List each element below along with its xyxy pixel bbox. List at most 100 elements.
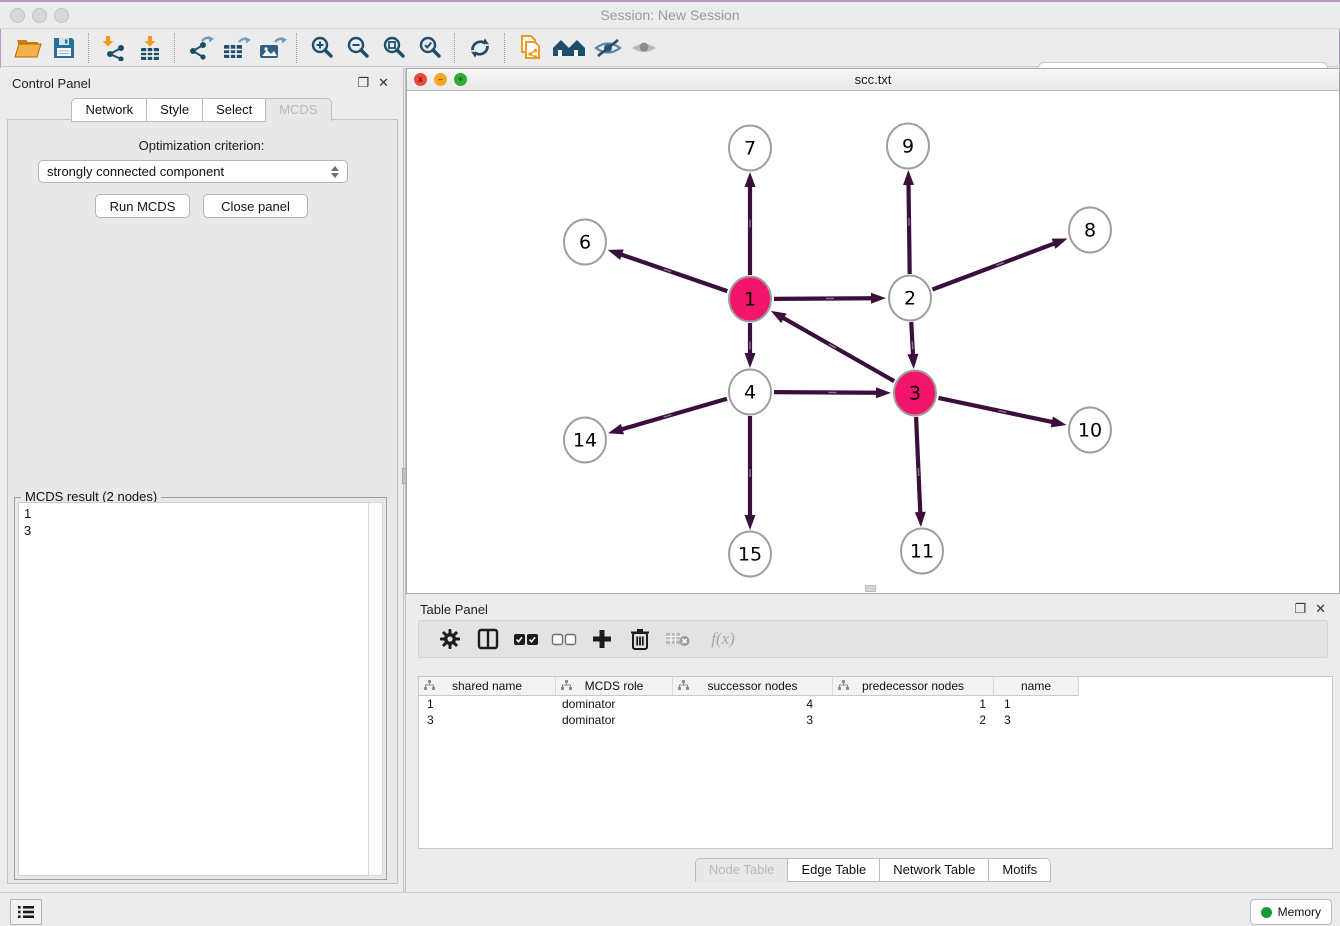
home-icon[interactable] bbox=[548, 32, 590, 64]
gear-icon[interactable] bbox=[433, 624, 467, 654]
table-cell: 1 bbox=[994, 696, 1079, 712]
table-cell: 3 bbox=[673, 712, 833, 728]
graph-node-9[interactable]: 9 bbox=[887, 124, 929, 169]
close-panel-icon[interactable]: ✕ bbox=[378, 75, 389, 91]
save-session-icon[interactable] bbox=[46, 32, 82, 64]
function-builder-icon[interactable]: f(x) bbox=[699, 624, 747, 654]
edge-4-15[interactable] bbox=[745, 416, 756, 530]
edge-4-3[interactable] bbox=[774, 387, 891, 398]
table-header-row: shared nameMCDS rolesuccessor nodesprede… bbox=[419, 677, 1332, 696]
table-cell: 1 bbox=[833, 696, 994, 712]
edge-1-7[interactable] bbox=[745, 172, 756, 275]
edge-1-2[interactable] bbox=[774, 293, 886, 304]
edge-3-10[interactable] bbox=[938, 398, 1066, 427]
edge-2-9[interactable] bbox=[903, 170, 914, 274]
network-window-titlebar[interactable]: x – + scc.txt bbox=[407, 69, 1339, 91]
export-image-icon[interactable] bbox=[254, 32, 290, 64]
import-network-icon[interactable] bbox=[96, 32, 132, 64]
tab-mcds[interactable]: MCDS bbox=[266, 98, 331, 122]
run-mcds-button[interactable]: Run MCDS bbox=[95, 194, 190, 218]
node-table: shared nameMCDS rolesuccessor nodesprede… bbox=[418, 676, 1333, 849]
graph-node-1[interactable]: 1 bbox=[729, 277, 771, 322]
float-panel-icon[interactable]: ❐ bbox=[357, 75, 369, 91]
main-toolbar bbox=[0, 29, 1340, 67]
table-cell: 4 bbox=[673, 696, 833, 712]
table-row[interactable]: 1dominator411 bbox=[419, 696, 1332, 712]
table-panel: Table Panel ❐ ✕ bbox=[406, 594, 1340, 892]
result-item: 3 bbox=[24, 522, 363, 539]
show-columns-icon[interactable] bbox=[471, 624, 505, 654]
memory-button[interactable]: Memory bbox=[1250, 899, 1332, 925]
toolbar-separator bbox=[296, 33, 298, 63]
import-table-icon[interactable] bbox=[132, 32, 168, 64]
edge-1-6[interactable] bbox=[608, 250, 728, 292]
node-label: 15 bbox=[738, 544, 762, 566]
table-row[interactable]: 3dominator323 bbox=[419, 712, 1332, 728]
result-scrollbar[interactable] bbox=[368, 502, 383, 876]
canvas-grip[interactable] bbox=[865, 585, 876, 592]
node-label: 11 bbox=[910, 541, 934, 563]
edge-3-11[interactable] bbox=[915, 417, 926, 527]
first-neighbors-icon[interactable] bbox=[512, 32, 548, 64]
tab-node-table[interactable]: Node Table bbox=[695, 858, 789, 882]
graph-node-3[interactable]: 3 bbox=[894, 371, 936, 416]
zoom-fit-icon[interactable] bbox=[376, 32, 412, 64]
edge-2-3[interactable] bbox=[907, 322, 918, 369]
graph-node-7[interactable]: 7 bbox=[729, 126, 771, 171]
open-session-icon[interactable] bbox=[10, 32, 46, 64]
tab-motifs[interactable]: Motifs bbox=[989, 858, 1051, 882]
column-label: name bbox=[1021, 679, 1051, 693]
zoom-out-icon[interactable] bbox=[340, 32, 376, 64]
criterion-select[interactable]: strongly connected component bbox=[38, 160, 348, 183]
table-body: 1dominator4113dominator323 bbox=[419, 696, 1332, 728]
zoom-selected-icon[interactable] bbox=[412, 32, 448, 64]
control-panel-title: Control Panel bbox=[12, 76, 91, 91]
tab-style[interactable]: Style bbox=[147, 98, 203, 122]
table-cell: dominator bbox=[556, 696, 673, 712]
node-label: 14 bbox=[573, 430, 597, 452]
select-all-icon[interactable] bbox=[509, 624, 543, 654]
task-list-icon[interactable] bbox=[10, 899, 42, 925]
delete-column-icon[interactable] bbox=[623, 624, 657, 654]
close-panel-button[interactable]: Close panel bbox=[203, 194, 308, 218]
graph-node-6[interactable]: 6 bbox=[564, 220, 606, 265]
close-table-panel-icon[interactable]: ✕ bbox=[1315, 601, 1326, 617]
graph-node-8[interactable]: 8 bbox=[1069, 208, 1111, 253]
node-label: 1 bbox=[744, 289, 756, 311]
edge-1-4[interactable] bbox=[745, 323, 756, 368]
tab-network-table[interactable]: Network Table bbox=[880, 858, 989, 882]
show-panel-eye-icon[interactable] bbox=[626, 32, 662, 64]
graph-node-15[interactable]: 15 bbox=[729, 532, 771, 577]
column-header-MCDS-role[interactable]: MCDS role bbox=[556, 677, 673, 696]
tab-edge-table[interactable]: Edge Table bbox=[788, 858, 880, 882]
delete-table-icon[interactable] bbox=[661, 624, 695, 654]
refresh-icon[interactable] bbox=[462, 32, 498, 64]
fx-label: f(x) bbox=[711, 629, 735, 649]
export-network-icon[interactable] bbox=[182, 32, 218, 64]
mcds-result-list[interactable]: 13 bbox=[18, 502, 369, 876]
deselect-all-icon[interactable] bbox=[547, 624, 581, 654]
add-column-icon[interactable] bbox=[585, 624, 619, 654]
graph-node-2[interactable]: 2 bbox=[889, 276, 931, 321]
memory-label: Memory bbox=[1278, 905, 1321, 919]
edge-2-8[interactable] bbox=[932, 238, 1067, 289]
edge-4-14[interactable] bbox=[608, 399, 727, 435]
memory-status-icon bbox=[1261, 907, 1272, 918]
zoom-in-icon[interactable] bbox=[304, 32, 340, 64]
table-tabs: Node TableEdge TableNetwork TableMotifs bbox=[406, 858, 1340, 882]
tab-network[interactable]: Network bbox=[71, 98, 147, 122]
column-header-predecessor-nodes[interactable]: predecessor nodes bbox=[833, 677, 994, 696]
column-header-shared-name[interactable]: shared name bbox=[419, 677, 556, 696]
graph-node-14[interactable]: 14 bbox=[564, 418, 606, 463]
tab-select[interactable]: Select bbox=[203, 98, 266, 122]
hide-panel-eye-icon[interactable] bbox=[590, 32, 626, 64]
network-canvas[interactable]: 7 9 6 8 1 2 4 3 14 10 15 11 bbox=[407, 90, 1339, 593]
export-table-icon[interactable] bbox=[218, 32, 254, 64]
graph-node-11[interactable]: 11 bbox=[901, 529, 943, 574]
graph-node-4[interactable]: 4 bbox=[729, 370, 771, 415]
column-header-successor-nodes[interactable]: successor nodes bbox=[673, 677, 833, 696]
column-header-name[interactable]: name bbox=[994, 677, 1079, 696]
graph-node-10[interactable]: 10 bbox=[1069, 408, 1111, 453]
float-table-panel-icon[interactable]: ❐ bbox=[1294, 601, 1306, 617]
edge-3-1[interactable] bbox=[771, 311, 894, 381]
